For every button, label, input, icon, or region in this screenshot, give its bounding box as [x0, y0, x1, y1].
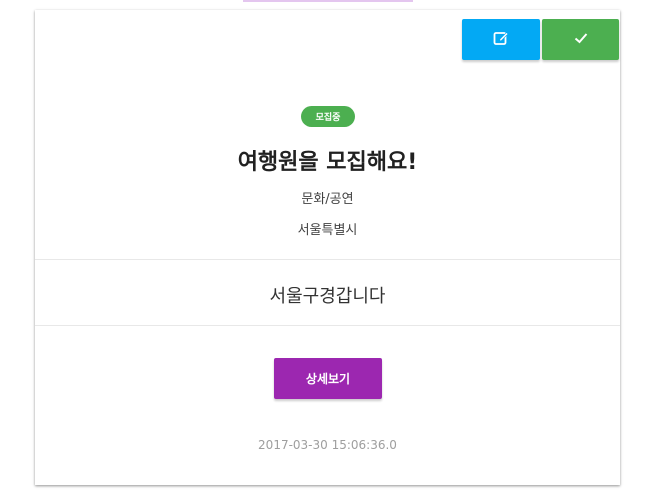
detail-button[interactable]: 상세보기: [274, 358, 382, 399]
status-badge: 모집중: [301, 106, 355, 127]
edit-button[interactable]: [462, 19, 540, 60]
divider: [35, 259, 620, 260]
edit-icon: [492, 29, 510, 51]
recruit-card: 모집중 여행원을 모집해요! 문화/공연 서울특별시 서울구경갑니다 상세보기 …: [35, 10, 620, 485]
card-title: 여행원을 모집해요!: [237, 150, 418, 175]
confirm-button[interactable]: [542, 19, 619, 60]
top-accent-strip: [243, 0, 413, 2]
category-label: 문화/공연: [301, 192, 354, 207]
card-description: 서울구경갑니다: [269, 286, 386, 307]
divider: [35, 325, 620, 326]
check-icon: [573, 30, 589, 50]
region-label: 서울특별시: [297, 223, 358, 238]
timestamp: 2017-03-30 15:06:36.0: [258, 438, 397, 452]
